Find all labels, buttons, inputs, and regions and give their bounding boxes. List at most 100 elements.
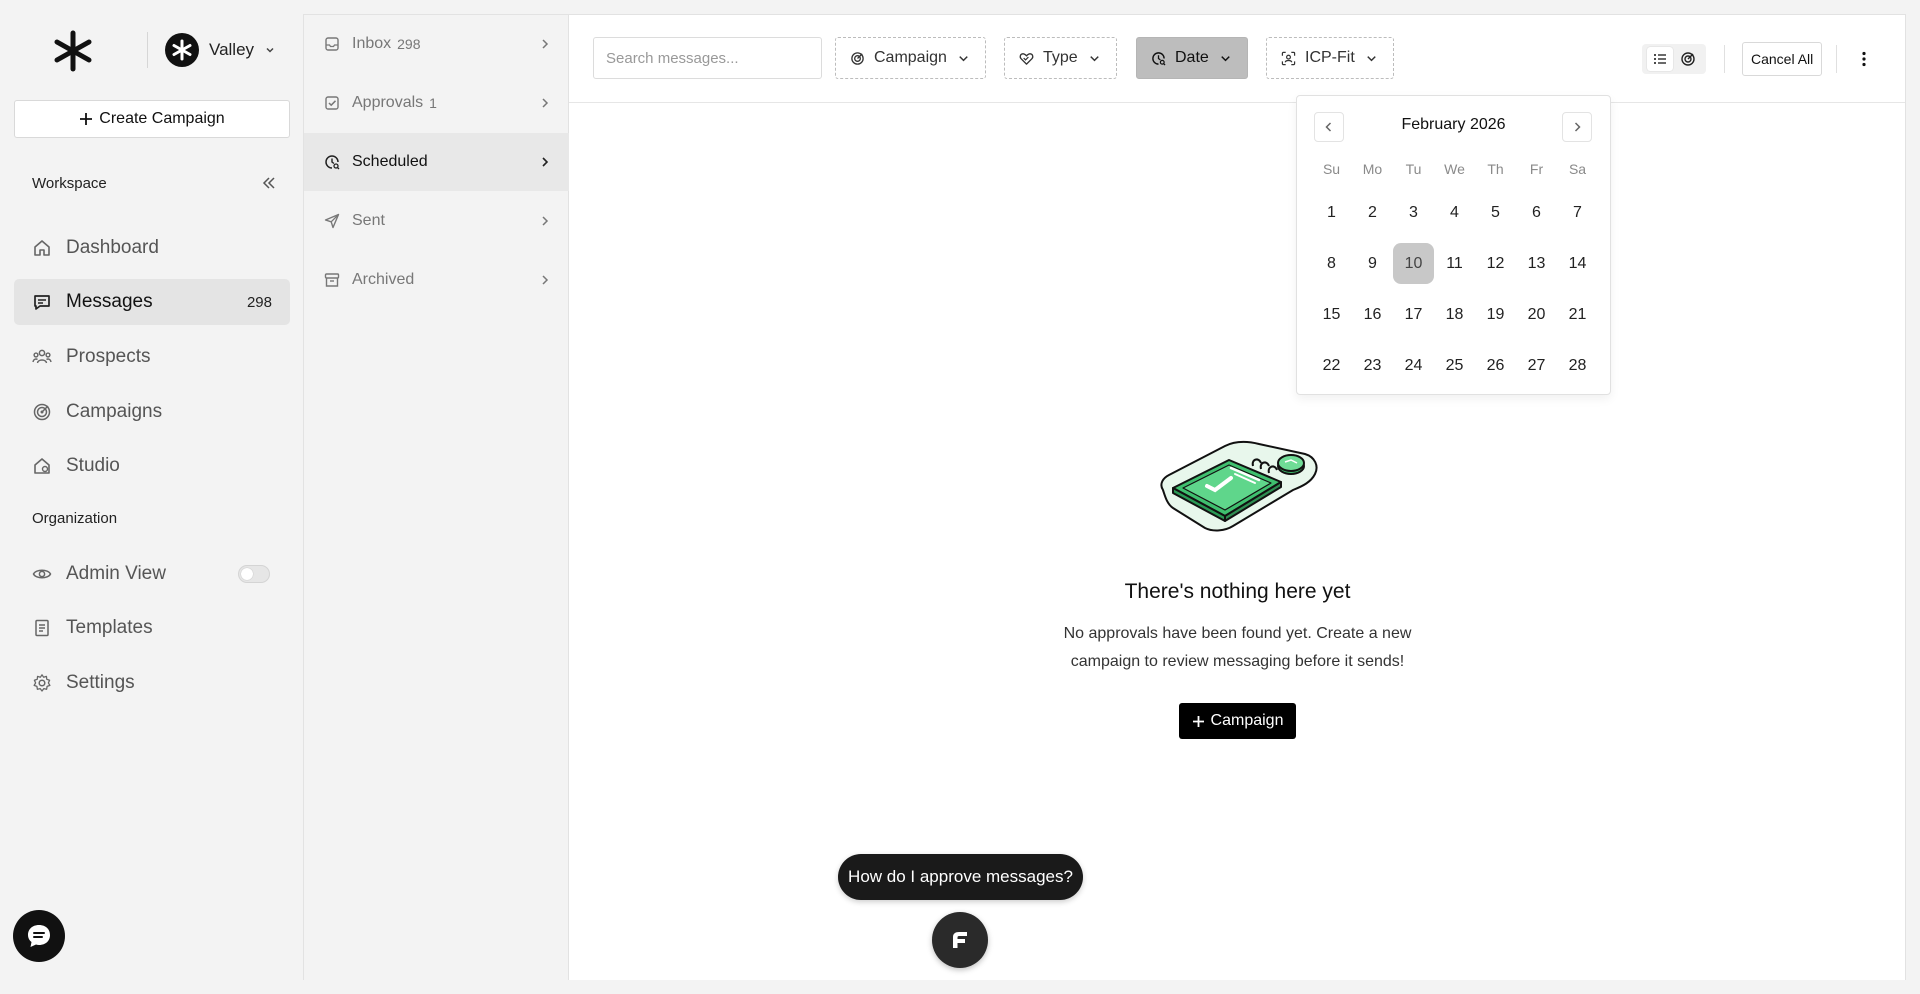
calendar-day[interactable]: 23 (1352, 345, 1393, 386)
sidebar-item-messages[interactable]: Messages 298 (14, 279, 290, 325)
icp-fit-filter-label: ICP-Fit (1305, 49, 1355, 66)
folder-sent[interactable]: Sent (304, 192, 569, 250)
calendar-day[interactable]: 8 (1311, 243, 1352, 284)
sidebar-item-templates[interactable]: Templates (14, 605, 290, 651)
type-filter[interactable]: Type (1004, 37, 1117, 79)
calendar-day[interactable]: 27 (1516, 345, 1557, 386)
next-month-button[interactable] (1562, 112, 1592, 142)
users-icon (32, 349, 52, 364)
calendar-day[interactable]: 21 (1557, 294, 1598, 335)
target-icon (33, 403, 51, 421)
campaign-filter-label: Campaign (874, 49, 947, 66)
calendar-day[interactable]: 18 (1434, 294, 1475, 335)
calendar-day[interactable]: 14 (1557, 243, 1598, 284)
collapse-sidebar-icon[interactable] (260, 174, 278, 192)
empty-state-title: There's nothing here yet (1124, 580, 1351, 603)
calendar-day[interactable]: 2 (1352, 192, 1393, 233)
more-options-button[interactable] (1852, 45, 1876, 73)
calendar-day[interactable]: 19 (1475, 294, 1516, 335)
support-chat-button[interactable] (13, 910, 65, 962)
sidebar-item-prospects[interactable]: Prospects (14, 334, 290, 380)
toolbar-divider (1724, 45, 1725, 73)
chat-icon (28, 925, 50, 947)
chevron-right-icon (542, 216, 549, 226)
date-filter[interactable]: Date (1136, 37, 1248, 79)
icp-fit-filter[interactable]: ICP-Fit (1266, 37, 1394, 79)
calendar-day[interactable]: 12 (1475, 243, 1516, 284)
date-filter-label: Date (1175, 49, 1209, 66)
folder-label: Archived (352, 271, 415, 288)
target-icon (851, 51, 864, 65)
folder-list: Inbox 298 Approvals 1 Scheduled Sent Arc… (303, 14, 569, 980)
help-suggestion-pill[interactable]: How do I approve messages? (838, 854, 1083, 900)
empty-state-description: No approvals have been found yet. Create… (1063, 625, 1412, 670)
calendar-day[interactable]: 1 (1311, 192, 1352, 233)
calendar-day[interactable]: 9 (1352, 243, 1393, 284)
calendar-day[interactable]: 11 (1434, 243, 1475, 284)
campaign-view-button[interactable] (1675, 47, 1701, 71)
assistant-logo-icon (953, 932, 967, 948)
calendar-day[interactable]: 13 (1516, 243, 1557, 284)
organization-heading: Organization (32, 510, 118, 527)
calendar-day[interactable]: 26 (1475, 345, 1516, 386)
sidebar-item-studio[interactable]: Studio (14, 443, 290, 489)
folder-scheduled[interactable]: Scheduled (304, 133, 569, 191)
chevron-down-icon (266, 47, 274, 53)
sidebar-item-dashboard[interactable]: Dashboard (14, 225, 290, 271)
assistant-button[interactable] (932, 912, 988, 968)
list-view-button[interactable] (1647, 47, 1673, 71)
calendar-day[interactable]: 15 (1311, 294, 1352, 335)
admin-view-toggle[interactable] (238, 565, 270, 583)
workspace-switcher[interactable]: Valley (165, 32, 276, 68)
eye-icon (32, 569, 52, 579)
sidebar-item-label: Settings (66, 672, 135, 693)
empty-notebook-illustration (1160, 440, 1318, 532)
calendar-day[interactable]: 5 (1475, 192, 1516, 233)
chevron-right-icon (542, 275, 549, 285)
weekday-label: We (1444, 161, 1465, 177)
folder-inbox[interactable]: Inbox 298 (304, 15, 569, 73)
calendar-day[interactable]: 4 (1434, 192, 1475, 233)
app-logo-icon[interactable] (52, 30, 94, 72)
sidebar-item-label: Admin View (66, 563, 166, 584)
calendar-grid: Su Mo Tu We Th Fr Sa 1 2 3 4 5 6 7 8 9 1… (1311, 156, 1598, 386)
sidebar: Valley Create Campaign Workspace Dashboa… (0, 0, 303, 994)
search-input[interactable] (593, 37, 822, 79)
folder-archived[interactable]: Archived (304, 251, 569, 309)
create-campaign-button[interactable]: Create Campaign (14, 100, 290, 138)
calendar-day[interactable]: 24 (1393, 345, 1434, 386)
sidebar-item-admin-view[interactable]: Admin View (14, 551, 290, 597)
calendar-day[interactable]: 6 (1516, 192, 1557, 233)
chevron-right-icon (542, 39, 549, 49)
cancel-all-button[interactable]: Cancel All (1742, 42, 1823, 76)
chevron-right-icon (542, 157, 549, 167)
calendar-day-selected[interactable]: 10 (1393, 243, 1434, 284)
more-vertical-icon (1862, 51, 1866, 67)
chevron-down-icon (1221, 55, 1230, 61)
calendar-day[interactable]: 17 (1393, 294, 1434, 335)
folder-approvals[interactable]: Approvals 1 (304, 74, 569, 132)
calendar-day[interactable]: 22 (1311, 345, 1352, 386)
new-campaign-button[interactable]: Campaign (1179, 703, 1296, 739)
calendar-day[interactable]: 20 (1516, 294, 1557, 335)
type-filter-label: Type (1043, 49, 1078, 66)
archive-icon (324, 273, 340, 287)
chevron-down-icon (1089, 55, 1099, 61)
weekday-label: Su (1322, 161, 1341, 177)
campaign-filter[interactable]: Campaign (835, 37, 986, 79)
weekday-label: Mo (1362, 161, 1383, 177)
studio-icon (34, 458, 50, 474)
workspace-name: Valley (209, 40, 255, 59)
weekday-label: Tu (1405, 161, 1422, 177)
workspace-logo-icon (172, 39, 192, 61)
calendar-day[interactable]: 28 (1557, 345, 1598, 386)
sidebar-item-campaigns[interactable]: Campaigns (14, 389, 290, 435)
sidebar-item-settings[interactable]: Settings (14, 660, 290, 706)
weekday-label: Th (1487, 161, 1504, 177)
calendar-day[interactable]: 7 (1557, 192, 1598, 233)
calendar-day[interactable]: 25 (1434, 345, 1475, 386)
inbox-icon (325, 37, 339, 51)
heart-handshake-icon (1019, 52, 1034, 65)
calendar-day[interactable]: 3 (1393, 192, 1434, 233)
calendar-day[interactable]: 16 (1352, 294, 1393, 335)
